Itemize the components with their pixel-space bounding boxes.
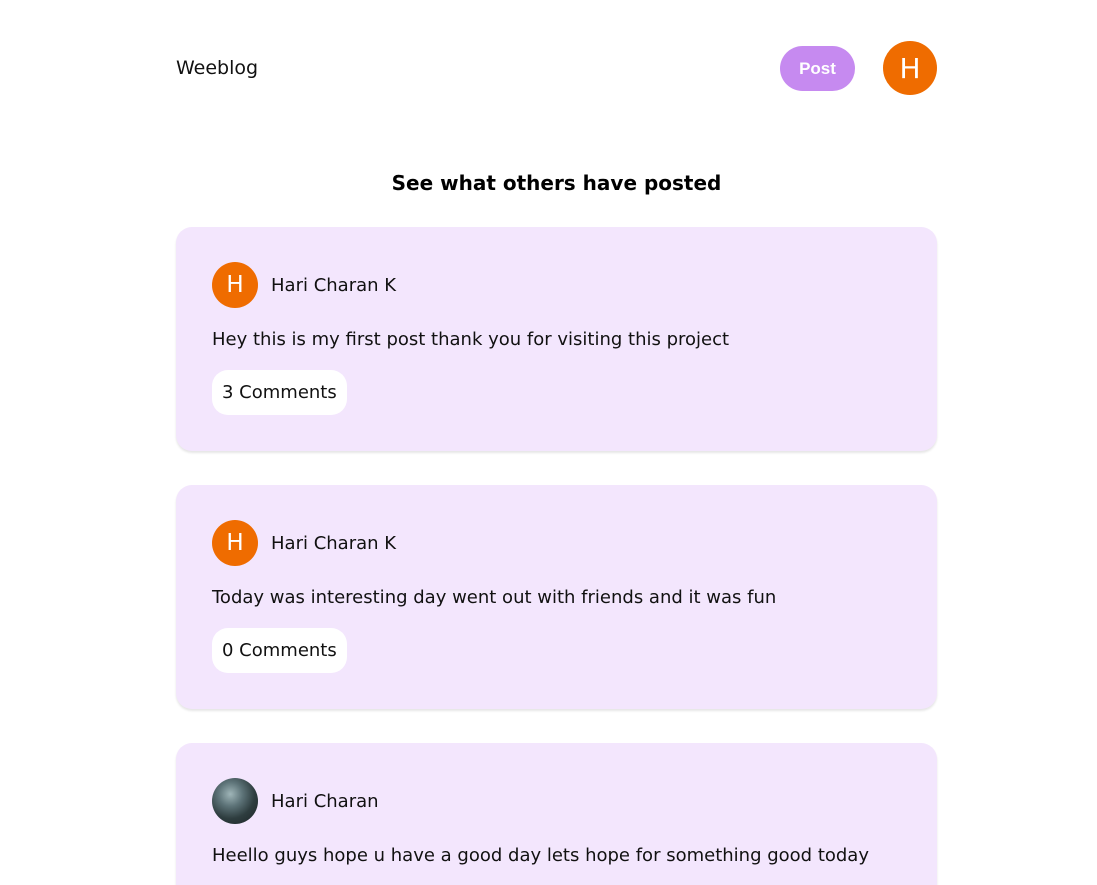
comments-button[interactable]: 3 Comments — [212, 370, 347, 415]
author-name: Hari Charan K — [271, 532, 397, 554]
author-name: Hari Charan K — [271, 274, 397, 296]
post-header: H Hari Charan K — [212, 519, 901, 567]
author-avatar: H — [212, 520, 258, 566]
top-nav: Weeblog Post H — [176, 0, 937, 137]
author-photo-avatar — [212, 778, 258, 824]
comments-button[interactable]: 0 Comments — [212, 628, 347, 673]
page: Weeblog Post H See what others have post… — [176, 0, 937, 885]
post-button[interactable]: Post — [780, 46, 855, 91]
post-card: H Hari Charan K Today was interesting da… — [176, 485, 937, 709]
post-text: Heello guys hope u have a good day lets … — [212, 845, 869, 866]
post-header: Hari Charan — [212, 777, 901, 825]
author-avatar: H — [212, 262, 258, 308]
post-text: Hey this is my first post thank you for … — [212, 329, 730, 350]
post-card: Hari Charan Heello guys hope u have a go… — [176, 743, 937, 885]
post-card: H Hari Charan K Hey this is my first pos… — [176, 227, 937, 451]
author-name: Hari Charan — [271, 790, 379, 812]
post-header: H Hari Charan K — [212, 261, 901, 309]
user-avatar[interactable]: H — [883, 41, 937, 95]
feed-title: See what others have posted — [391, 171, 722, 195]
brand-logo[interactable]: Weeblog — [176, 57, 258, 79]
post-text: Today was interesting day went out with … — [212, 587, 777, 608]
